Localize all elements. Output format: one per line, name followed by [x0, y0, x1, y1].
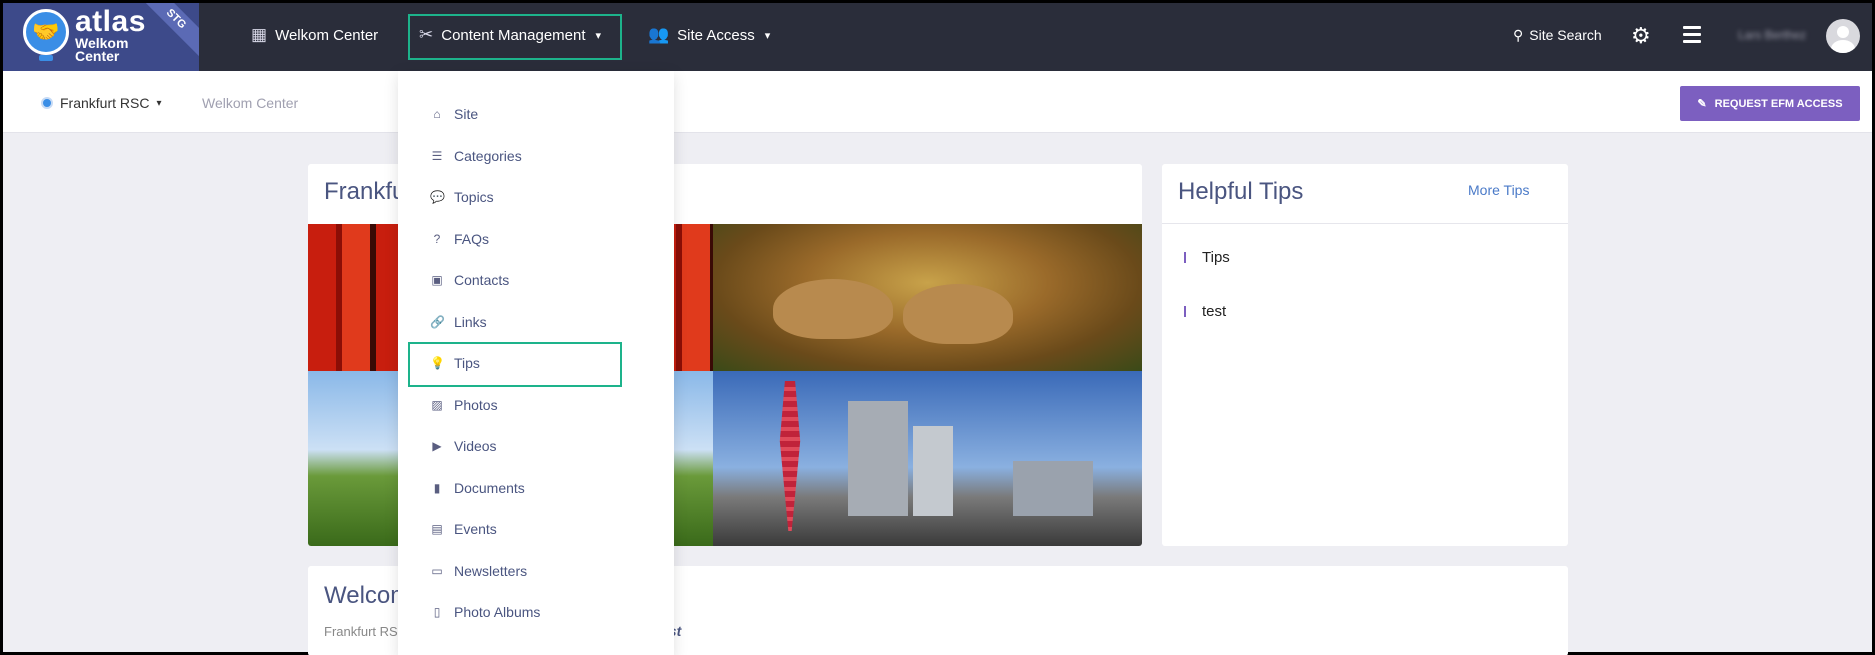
- chevron-down-icon: ▾: [156, 97, 162, 109]
- settings-gears-icon[interactable]: ⚙: [1631, 23, 1651, 49]
- top-navbar: 🤝 atlas Welkom Center STG ▦ Welkom Cente…: [3, 3, 1872, 71]
- dropdown-item-contacts[interactable]: ▣ Contacts: [430, 272, 509, 288]
- brand-subtitle-2: Center: [75, 48, 120, 64]
- link-icon: 🔗: [430, 315, 445, 329]
- dropdown-item-label: Photo Albums: [454, 604, 541, 620]
- helpful-tips-card: Helpful Tips More Tips Tips test: [1162, 164, 1568, 546]
- dropdown-item-label: Photos: [454, 397, 498, 413]
- tip-label: Tips: [1202, 249, 1230, 266]
- sub-header: Frankfurt RSC ▾ Welkom Center ✎ REQUEST …: [3, 71, 1872, 133]
- more-tips-link[interactable]: More Tips: [1468, 182, 1529, 198]
- dropdown-item-label: Categories: [454, 148, 522, 164]
- file-icon: ▮: [433, 481, 441, 495]
- avatar[interactable]: [1826, 19, 1860, 53]
- site-search-button[interactable]: ⚲ Site Search: [1513, 3, 1602, 67]
- dropdown-item-label: Documents: [454, 480, 525, 496]
- location-label: Frankfurt RSC: [60, 95, 150, 111]
- dropdown-item-label: FAQs: [454, 231, 490, 247]
- contact-card-icon: ▣: [431, 273, 443, 287]
- dropdown-item-site[interactable]: ⌂ Site: [430, 106, 478, 122]
- helpful-tips-title: Helpful Tips: [1178, 178, 1304, 205]
- deer-photo: [713, 224, 1142, 371]
- newspaper-icon: ▭: [431, 564, 443, 578]
- content-management-dropdown: ⌂ Site ☰ Categories 💬 Topics ? FAQs ▣ Co…: [398, 71, 674, 655]
- logo-text: atlas Welkom Center: [75, 5, 146, 64]
- dropdown-item-label: Links: [454, 314, 487, 330]
- comments-icon: 💬: [430, 190, 445, 204]
- edit-icon: ✎: [1697, 98, 1707, 110]
- dropdown-item-videos[interactable]: ▶ Videos: [430, 438, 497, 454]
- env-badge: STG: [137, 3, 199, 58]
- images-icon: ▨: [431, 398, 443, 412]
- dropdown-item-tips-highlight: [408, 342, 622, 387]
- list-icon: ☰: [431, 149, 443, 163]
- nav-welkom-center[interactable]: ▦ Welkom Center: [251, 3, 378, 67]
- logo-stand: [39, 55, 53, 61]
- dropdown-item-label: Newsletters: [454, 563, 528, 579]
- welcome-subtitle: Frankfurt RSC: [324, 624, 408, 639]
- chevron-down-icon: ▾: [764, 29, 771, 42]
- dashboard-icon: ▦: [251, 25, 268, 44]
- tip-item[interactable]: test: [1184, 303, 1226, 320]
- nav-site-access[interactable]: 👥 Site Access ▾: [648, 3, 770, 67]
- book-icon: ▯: [433, 605, 441, 619]
- nav-welkom-center-label: Welkom Center: [275, 26, 379, 44]
- tip-bullet: [1184, 306, 1186, 317]
- request-efm-access-label: REQUEST EFM ACCESS: [1714, 97, 1843, 110]
- dropdown-item-categories[interactable]: ☰ Categories: [430, 148, 522, 164]
- dropdown-item-label: Events: [454, 521, 497, 537]
- tip-item[interactable]: Tips: [1184, 249, 1230, 266]
- tip-label: test: [1202, 303, 1227, 320]
- brand-name: atlas: [75, 5, 146, 38]
- nav-site-access-label: Site Access: [677, 26, 755, 44]
- dropdown-item-photos[interactable]: ▨ Photos: [430, 397, 498, 413]
- kobe-port-photo: [713, 371, 1142, 546]
- site-search-label: Site Search: [1529, 27, 1602, 43]
- search-icon: ⚲: [1513, 26, 1524, 43]
- dropdown-item-documents[interactable]: ▮ Documents: [430, 480, 525, 496]
- menu-icon[interactable]: [1683, 26, 1701, 47]
- dropdown-item-newsletters[interactable]: ▭ Newsletters: [430, 563, 527, 579]
- dropdown-item-faqs[interactable]: ? FAQs: [430, 231, 489, 247]
- divider: [1162, 223, 1568, 224]
- dropdown-item-label: Topics: [454, 189, 494, 205]
- breadcrumb[interactable]: Welkom Center: [202, 95, 298, 111]
- location-dot-icon: [41, 97, 53, 109]
- tip-bullet: [1184, 252, 1186, 263]
- dropdown-item-label: Videos: [454, 438, 497, 454]
- dropdown-item-links[interactable]: 🔗 Links: [430, 314, 487, 330]
- dropdown-item-label: Site: [454, 106, 479, 122]
- question-icon: ?: [433, 232, 441, 246]
- users-icon: 👥: [648, 25, 670, 44]
- dropdown-item-photo-albums[interactable]: ▯ Photo Albums: [430, 604, 541, 620]
- handshake-icon: 🤝: [23, 9, 69, 55]
- video-icon: ▶: [432, 439, 442, 453]
- dropdown-item-events[interactable]: ▤ Events: [430, 521, 497, 537]
- calendar-icon: ▤: [431, 522, 443, 536]
- atlas-logo[interactable]: 🤝 atlas Welkom Center STG: [3, 3, 199, 71]
- location-selector[interactable]: Frankfurt RSC ▾: [41, 95, 162, 111]
- home-icon: ⌂: [433, 107, 441, 121]
- dropdown-item-label: Contacts: [454, 272, 510, 288]
- dropdown-item-topics[interactable]: 💬 Topics: [430, 189, 494, 205]
- nav-content-management-highlight: [408, 14, 622, 60]
- user-name[interactable]: Lars Berthez: [1738, 28, 1806, 42]
- request-efm-access-button[interactable]: ✎ REQUEST EFM ACCESS: [1680, 86, 1860, 121]
